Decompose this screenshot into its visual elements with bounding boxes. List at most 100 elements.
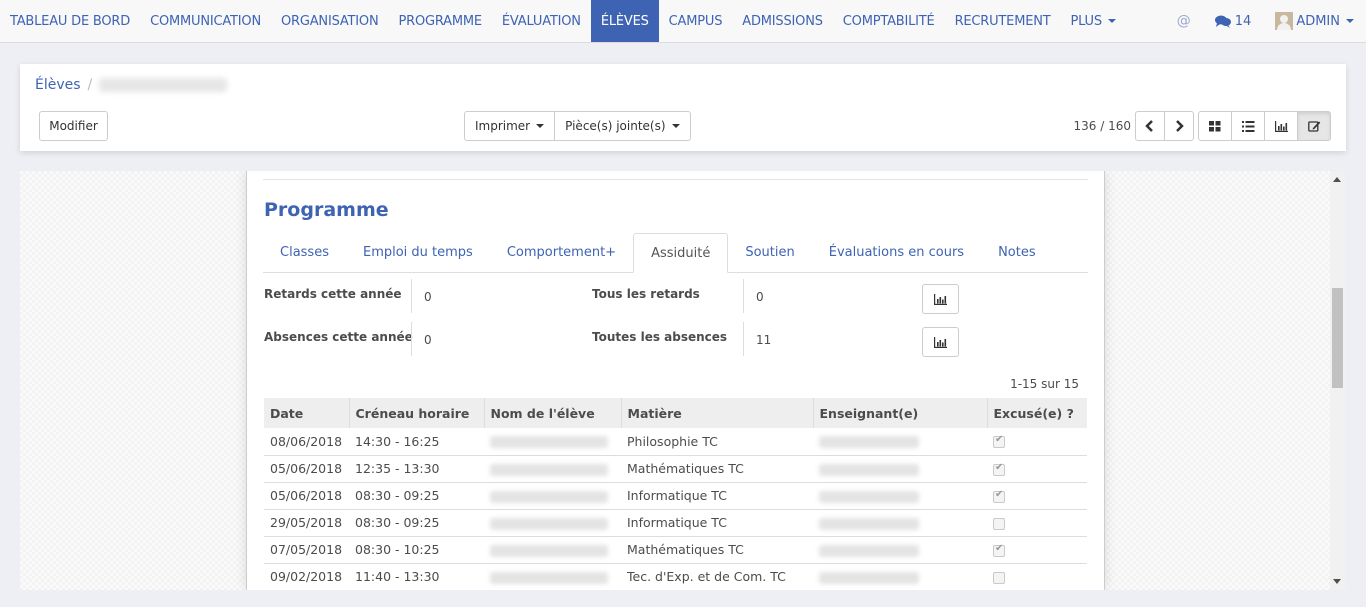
blurred-teacher-name: [819, 490, 919, 503]
section-title: Programme: [264, 199, 389, 221]
previous-record-button[interactable]: [1135, 111, 1165, 141]
cell-teacher: [813, 428, 987, 456]
attachments-label: Pièce(s) jointe(s): [565, 119, 666, 133]
edit-button[interactable]: Modifier: [39, 111, 108, 141]
cell-subject: Tec. d'Exp. et de Com. TC: [621, 563, 813, 590]
chat-bubbles-icon: [1214, 15, 1231, 28]
menu-label: ORGANISATION: [280, 13, 379, 29]
menu-item-eleves[interactable]: ÉLÈVES: [590, 0, 659, 42]
tab-label: Classes: [280, 245, 329, 260]
table-row[interactable]: 29/05/2018 08:30 - 09:25 Informatique TC: [264, 509, 1087, 537]
vertical-scrollbar[interactable]: [1330, 171, 1345, 590]
table-row[interactable]: 09/02/2018 11:40 - 13:30 Tec. d'Exp. et de…: [264, 563, 1087, 590]
table-row[interactable]: 08/06/2018 14:30 - 16:25 Philosophie TC: [264, 428, 1087, 456]
late-chart-button[interactable]: [922, 284, 959, 314]
cell-subject: Mathématiques TC: [621, 536, 813, 564]
kanban-view-button[interactable]: [1198, 111, 1232, 141]
form-view-button[interactable]: [1297, 111, 1331, 141]
graph-view-button[interactable]: [1264, 111, 1298, 141]
record-pager: 136 / 160: [1074, 111, 1331, 141]
tab-label: Emploi du temps: [362, 245, 473, 260]
tab-soutien[interactable]: Soutien: [728, 233, 811, 272]
absences-this-year-label: Absences cette année: [264, 330, 413, 344]
tab-assiduite[interactable]: Assiduité: [633, 233, 729, 273]
cell-student: [484, 428, 621, 456]
menu-item-campus[interactable]: CAMPUS: [659, 0, 733, 42]
cell-subject: Mathématiques TC: [621, 455, 813, 483]
column-header-teacher[interactable]: Enseignant(e): [812, 398, 987, 428]
caret-down-icon: [536, 124, 545, 128]
menu-item-evaluation[interactable]: ÉVALUATION: [492, 0, 591, 42]
control-panel: Élèves / Modifier Imprimer Pièce(s) join…: [20, 64, 1346, 151]
menu-item-tableau-de-bord[interactable]: TABLEAU DE BORD: [0, 0, 140, 42]
messages-count: 14: [1234, 13, 1252, 29]
menu-label: ÉVALUATION: [501, 13, 581, 29]
excused-checkbox: [993, 462, 1005, 476]
tab-emploi-du-temps[interactable]: Emploi du temps: [346, 233, 490, 272]
scroll-up-arrow-icon[interactable]: [1333, 177, 1341, 182]
menu-item-organisation[interactable]: ORGANISATION: [271, 0, 389, 42]
column-header-date[interactable]: Date: [264, 398, 349, 428]
list-pager[interactable]: 1-15 sur 15: [1010, 377, 1079, 391]
next-record-button[interactable]: [1164, 111, 1194, 141]
bar-chart-icon: [934, 293, 947, 305]
top-navbar: TABLEAU DE BORD COMMUNICATION ORGANISATI…: [0, 0, 1366, 43]
table-row[interactable]: 05/06/2018 08:30 - 09:25 Informatique TC: [264, 482, 1087, 510]
attachments-dropdown[interactable]: Pièce(s) jointe(s): [554, 111, 691, 141]
caret-down-icon: [671, 124, 680, 128]
tab-classes[interactable]: Classes: [263, 233, 346, 272]
tab-evaluations-en-cours[interactable]: Évaluations en cours: [812, 233, 981, 272]
menu-item-programme[interactable]: PROGRAMME: [388, 0, 491, 42]
cell-slot: 12:35 - 13:30: [349, 455, 484, 483]
column-header-subject[interactable]: Matière: [620, 398, 813, 428]
excused-checkbox: [993, 517, 1005, 530]
menu-item-communication[interactable]: COMMUNICATION: [140, 0, 271, 42]
list-view-button[interactable]: [1231, 111, 1265, 141]
menu-item-comptabilite[interactable]: COMPTABILITÉ: [833, 0, 945, 42]
excused-checkbox: [993, 571, 1005, 584]
scroll-down-arrow-icon[interactable]: [1333, 579, 1341, 584]
column-header-student[interactable]: Nom de l'élève: [483, 398, 621, 428]
late-this-year-label: Retards cette année: [264, 287, 402, 301]
blurred-teacher-name: [819, 463, 919, 476]
column-header-excused[interactable]: Excusé(e) ?: [986, 398, 1087, 428]
tab-label: Évaluations en cours: [828, 245, 965, 260]
chevron-right-icon: [1176, 120, 1184, 132]
cell-excused: [987, 509, 1087, 537]
user-menu[interactable]: ADMIN: [1275, 12, 1354, 30]
pager-value[interactable]: 136 / 160: [1074, 119, 1131, 133]
absences-chart-button[interactable]: [922, 327, 959, 357]
table-row[interactable]: 05/06/2018 12:35 - 13:30 Mathématiques TC: [264, 455, 1087, 483]
cell-slot: 11:40 - 13:30: [349, 563, 484, 590]
main-menu: TABLEAU DE BORD COMMUNICATION ORGANISATI…: [0, 0, 1126, 42]
form-sheet: Programme Classes Emploi du temps Compor…: [246, 171, 1105, 590]
cell-student: [484, 563, 621, 590]
late-this-year-value: 0: [411, 279, 432, 313]
menu-label: PROGRAMME: [398, 13, 482, 29]
tab-comportement[interactable]: Comportement+: [490, 233, 633, 272]
cell-teacher: [813, 536, 987, 564]
print-dropdown[interactable]: Imprimer: [464, 111, 556, 141]
sidebar-actions: Imprimer Pièce(s) jointe(s): [464, 111, 691, 141]
tab-notes[interactable]: Notes: [981, 233, 1053, 272]
bar-chart-icon: [934, 336, 947, 348]
pager-buttons: [1135, 111, 1194, 141]
menu-label: ÉLÈVES: [600, 13, 649, 29]
mention-icon[interactable]: @: [1177, 13, 1191, 29]
menu-item-recrutement[interactable]: RECRUTEMENT: [945, 0, 1061, 42]
absences-this-year-value: 0: [411, 322, 432, 356]
menu-label: ADMISSIONS: [742, 13, 823, 29]
th-large-icon: [1209, 120, 1221, 131]
messages-button[interactable]: 14: [1214, 13, 1252, 29]
divider: [263, 179, 1088, 180]
cell-date: 07/05/2018: [264, 536, 349, 564]
menu-item-plus[interactable]: PLUS: [1061, 0, 1126, 42]
scrollbar-thumb[interactable]: [1332, 288, 1343, 388]
menu-item-admissions[interactable]: ADMISSIONS: [732, 0, 833, 42]
breadcrumb-eleves[interactable]: Élèves: [35, 77, 81, 93]
blurred-student-name: [490, 463, 608, 476]
all-late-value: 0: [743, 279, 764, 313]
table-row[interactable]: 07/05/2018 08:30 - 10:25 Mathématiques TC: [264, 536, 1087, 564]
column-header-slot[interactable]: Créneau horaire: [348, 398, 484, 428]
user-name: ADMIN: [1296, 13, 1340, 29]
